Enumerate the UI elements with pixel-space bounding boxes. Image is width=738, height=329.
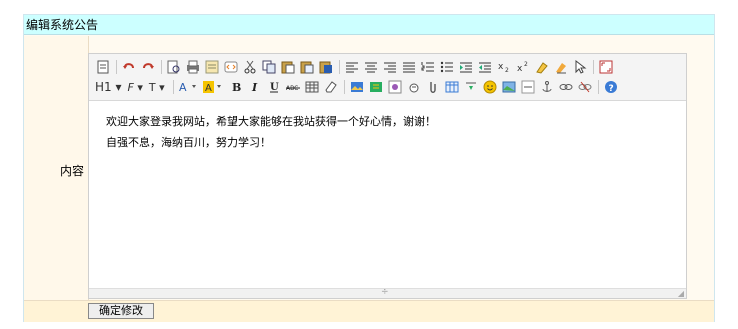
cursor-icon[interactable] [572, 59, 588, 75]
svg-text:B: B [232, 81, 241, 93]
editor-content[interactable]: 欢迎大家登录我网站，希望大家能够在我站获得一个好心情，谢谢！ 自强不息，海纳百川… [89, 101, 686, 289]
preview-icon[interactable] [166, 59, 182, 75]
svg-text:?: ? [608, 84, 613, 94]
font-family-dropdown-arrow: ▾ [133, 80, 143, 94]
cut-icon[interactable] [242, 59, 258, 75]
confirm-modify-button[interactable]: 确定修改 [88, 303, 154, 319]
unlink-icon[interactable] [577, 79, 593, 95]
form-actions: 确定修改 [24, 300, 714, 322]
drag-handle-icon[interactable]: ÷ [381, 288, 389, 297]
copy-icon[interactable] [261, 59, 277, 75]
font-family-dropdown[interactable]: F ▾ [128, 81, 143, 94]
fullscreen-icon[interactable] [598, 59, 614, 75]
superscript-icon[interactable]: x2 [515, 59, 531, 75]
toolbar-separator [597, 80, 599, 94]
indent-icon[interactable] [458, 59, 474, 75]
eraser-icon[interactable] [323, 79, 339, 95]
ordered-list-icon[interactable] [420, 59, 436, 75]
notice-form: 编辑系统公告 内容 x 2 x 2 H1 ▾ F ▾ T ▾ A A B I U… [23, 14, 715, 322]
rich-text-editor: x2 x2 H1 ▾ F ▾ T ▾ A A B I U ABC [88, 53, 687, 299]
link-icon[interactable] [558, 79, 574, 95]
font-size-label: T [148, 80, 156, 94]
help-icon[interactable]: ? [603, 79, 619, 95]
panel-title: 编辑系统公告 [24, 15, 714, 35]
toolbar-separator [339, 60, 340, 74]
svg-text:I: I [251, 81, 258, 93]
code-icon[interactable] [223, 59, 239, 75]
svg-text:x: x [517, 64, 523, 73]
unordered-list-icon[interactable] [439, 59, 455, 75]
align-justify-icon[interactable] [401, 59, 417, 75]
toolbar-separator [161, 60, 162, 74]
toolbar-separator [593, 60, 594, 74]
toolbar-separator [343, 80, 345, 94]
svg-text:x: x [498, 62, 504, 72]
bold-icon[interactable]: B [228, 79, 244, 95]
insert-music-icon[interactable] [406, 79, 422, 95]
underline-icon[interactable]: U [266, 79, 282, 95]
redo-icon[interactable] [140, 59, 156, 75]
subscript-icon[interactable]: x2 [496, 59, 512, 75]
paste-word-icon[interactable] [318, 59, 334, 75]
align-center-icon[interactable] [363, 59, 379, 75]
paste-icon[interactable] [280, 59, 296, 75]
editor-toolbar: x2 x2 H1 ▾ F ▾ T ▾ A A B I U ABC [89, 54, 686, 101]
align-right-icon[interactable] [382, 59, 398, 75]
font-size-dropdown[interactable]: T ▾ [149, 81, 165, 94]
svg-text:2: 2 [505, 67, 509, 73]
content-label: 内容 [59, 164, 84, 178]
table-icon[interactable] [304, 79, 320, 95]
svg-text:U: U [270, 82, 279, 93]
insert-flash-icon[interactable] [387, 79, 403, 95]
heading-label: H1 [95, 80, 112, 94]
editor-statusbar: ÷ ◢ [89, 288, 686, 298]
select-all-icon[interactable] [553, 59, 569, 75]
image-gallery-icon[interactable] [501, 79, 517, 95]
heading-dropdown-arrow: ▾ [111, 80, 122, 94]
svg-text:2: 2 [524, 61, 528, 68]
anchor-icon[interactable] [539, 79, 555, 95]
font-size-dropdown-arrow: ▾ [155, 80, 165, 94]
attachment-icon[interactable] [425, 79, 441, 95]
insert-image-icon[interactable] [349, 79, 365, 95]
source-code-icon[interactable] [95, 59, 111, 75]
resize-handle-icon[interactable]: ◢ [678, 289, 684, 298]
toolbar-separator [116, 60, 117, 74]
toolbar-row-2: H1 ▾ F ▾ T ▾ A A B I U ABC [95, 77, 622, 97]
strikethrough-icon[interactable]: ABC [285, 79, 301, 95]
svg-text:A: A [205, 83, 212, 94]
italic-icon[interactable]: I [247, 79, 263, 95]
insert-table-icon[interactable] [444, 79, 460, 95]
emoticon-icon[interactable] [482, 79, 498, 95]
undo-icon[interactable] [121, 59, 137, 75]
content-line: 自强不息，海纳百川，努力学习！ [106, 136, 271, 149]
clear-format-icon[interactable] [534, 59, 550, 75]
toolbar-separator [172, 80, 174, 94]
font-color-icon[interactable]: A [178, 79, 200, 95]
insert-media-icon[interactable] [368, 79, 384, 95]
content-label-cell: 内容 [24, 36, 89, 300]
toolbar-row-1: x2 x2 [95, 57, 617, 77]
svg-text:A: A [179, 81, 187, 94]
content-line: 欢迎大家登录我网站，希望大家能够在我站获得一个好心情，谢谢！ [106, 115, 436, 128]
horizontal-line-icon[interactable] [520, 79, 536, 95]
align-left-icon[interactable] [344, 59, 360, 75]
heading-dropdown[interactable]: H1 ▾ [95, 80, 122, 94]
paste-plain-icon[interactable] [299, 59, 315, 75]
outdent-icon[interactable] [477, 59, 493, 75]
page-break-icon[interactable] [463, 79, 479, 95]
highlight-color-icon[interactable]: A [202, 79, 225, 95]
print-icon[interactable] [185, 59, 201, 75]
template-icon[interactable] [204, 59, 220, 75]
